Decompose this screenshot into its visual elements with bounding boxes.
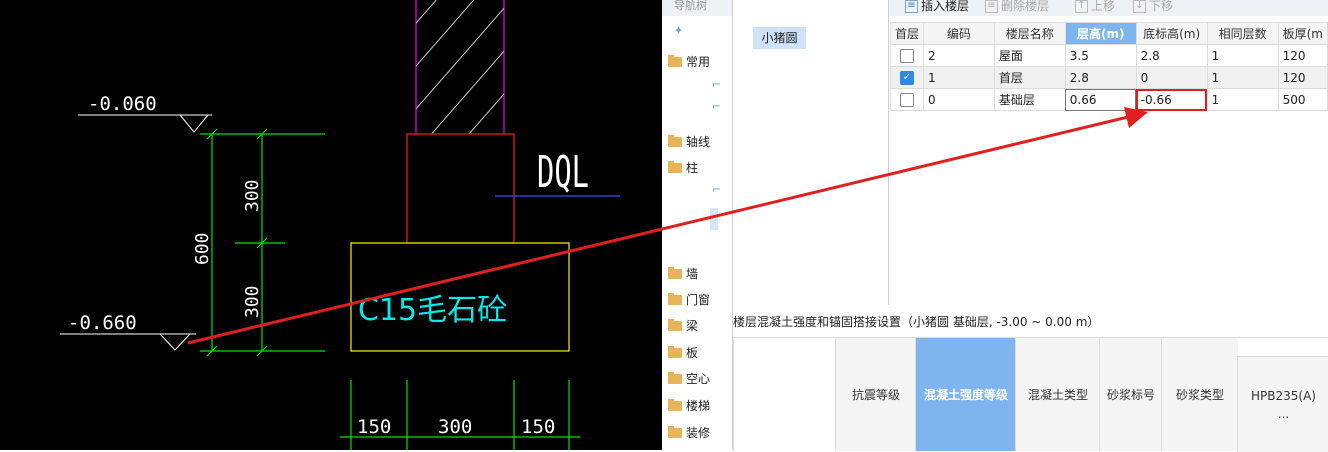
slab-cell[interactable]: 500 [1277,88,1328,111]
same-cell[interactable]: 1 [1206,66,1279,89]
code-cell[interactable]: 1 [923,66,995,89]
pier-outline [406,133,515,244]
col-base-elevation[interactable]: 底标高(m) [1135,22,1208,45]
col-concrete-type[interactable]: 混凝土类型 [1015,338,1100,451]
nav-item-beam[interactable]: 梁 [668,316,698,336]
settings-blank-cell [733,338,836,451]
folder-icon [668,371,682,384]
col-mortar-grade[interactable]: 砂浆标号 [1099,338,1162,451]
nav-item-common[interactable]: 常用 [668,52,710,72]
insert-floor-button[interactable]: ≡ 插入楼层 [905,0,969,14]
height-cell[interactable]: 2.8 [1064,66,1137,89]
col-slab-thickness[interactable]: 板厚(m [1277,22,1328,45]
first-floor-checkbox-checked[interactable]: ✓ [900,70,914,85]
slab-cell[interactable]: 120 [1277,66,1328,89]
name-cell[interactable]: 基础层 [993,88,1066,111]
sub-item-icon[interactable]: ⌐ [712,100,721,113]
nav-item-column[interactable]: 柱 [668,158,698,178]
dim-bottom-right: 150 [521,416,555,438]
nav-item-decoration[interactable]: 装修 [668,423,710,443]
first-floor-checkbox[interactable] [900,92,914,107]
move-down-button[interactable]: ↓ 下移 [1133,0,1173,14]
base-cell-highlighted[interactable]: -0.66 [1135,88,1208,111]
table-header-row: 首层 编码 楼层名称 层高(m) 底标高(m) 相同层数 板厚(m [889,22,1328,45]
height-cell[interactable]: 3.5 [1064,44,1137,67]
wall-label: DQL [537,147,589,198]
folder-icon [668,266,682,279]
col-same-floors[interactable]: 相同层数 [1206,22,1279,45]
move-up-button[interactable]: ↑ 上移 [1075,0,1115,14]
dim-upper: 300 [242,179,263,212]
nav-item-wall[interactable]: 墙 [668,264,698,284]
folder-icon [668,134,682,147]
same-cell[interactable]: 1 [1206,44,1279,67]
arrow-up-icon: ↑ [1075,0,1088,13]
floor-table-container: 首层 编码 楼层名称 层高(m) 底标高(m) 相同层数 板厚(m 2 屋面 3… [889,22,1328,305]
base-cell[interactable]: 0 [1135,66,1208,89]
folder-icon [668,160,682,173]
nav-item-stairs[interactable]: 楼梯 [668,396,710,416]
dim-bottom-left: 150 [357,416,391,438]
code-cell[interactable]: 2 [923,44,995,67]
arrow-down-icon: ↓ [1133,0,1146,13]
selected-sub-item[interactable] [710,208,718,230]
folder-icon [668,398,682,411]
floor-table: 首层 编码 楼层名称 层高(m) 底标高(m) 相同层数 板厚(m 2 屋面 3… [889,22,1328,111]
code-cell[interactable]: 0 [923,88,995,111]
col-concrete-strength[interactable]: 混凝土强度等级 [915,338,1016,451]
cad-drawing-canvas[interactable]: DQL C15毛石砼 -0.060 -0.660 600 300 300 150… [0,0,662,450]
table-row[interactable]: ✓ 1 首层 2.8 0 1 120 [889,66,1328,89]
nav-tree-header: 导航树 [662,0,732,16]
sub-item-icon[interactable]: ⌐ [712,78,721,91]
col-hpb235[interactable]: HPB235(A) ... [1237,356,1328,452]
col-seismic-grade[interactable]: 抗震等级 [835,338,916,451]
delete-floor-button[interactable]: ≡ 删除楼层 [985,0,1049,14]
name-cell[interactable]: 屋面 [993,44,1066,67]
settings-table: 抗震等级 混凝土强度等级 混凝土类型 砂浆标号 砂浆类型 HPB235(A) .… [733,337,1328,452]
folder-icon [668,425,682,438]
base-cell[interactable]: 2.8 [1135,44,1208,67]
nav-tree-panel: 导航树 ✦ 常用 ⌐ ⌐ 轴线 柱 ⌐ 墙 门窗 梁 板 空心 楼梯 装修 [662,0,733,450]
nav-item-slab[interactable]: 板 [668,343,698,363]
elevation-bottom-label: -0.660 [68,312,137,334]
material-label: C15毛石砼 [358,293,507,328]
col-code[interactable]: 编码 [923,22,995,45]
horizontal-dimensions [340,380,580,450]
first-floor-cell[interactable] [889,44,925,67]
col-first-floor[interactable]: 首层 [889,22,925,45]
dim-bottom-mid: 300 [438,416,472,438]
first-floor-cell[interactable] [889,88,925,111]
folder-icon [668,345,682,358]
insert-floor-icon: ≡ [905,0,918,13]
nav-item-door-window[interactable]: 门窗 [668,290,710,310]
settings-title: 楼层混凝土强度和锚固搭接设置（小猪圆 基础层, -3.00 ~ 0.00 m） [733,315,1100,329]
table-row[interactable]: 2 屋面 3.5 2.8 1 120 [889,44,1328,67]
elevation-marker-bottom [60,333,196,351]
elevation-top-label: -0.060 [88,93,157,115]
same-cell[interactable]: 1 [1206,88,1279,111]
col-floor-height[interactable]: 层高(m) [1064,22,1137,45]
sparkle-icon[interactable]: ✦ [674,24,683,37]
project-item[interactable]: 小猪圆 [753,27,806,49]
folder-icon [668,292,682,305]
table-row[interactable]: 0 基础层 0.66 -0.66 1 500 [889,88,1328,111]
dim-lower: 300 [242,285,263,318]
sub-item-icon[interactable]: ⌐ [712,183,721,196]
col-floor-name[interactable]: 楼层名称 [993,22,1066,45]
elevation-marker-top [78,114,212,133]
nav-item-axis[interactable]: 轴线 [668,132,710,152]
folder-icon [668,54,682,67]
height-cell-editing[interactable]: 0.66 [1064,88,1137,111]
folder-icon [668,318,682,331]
delete-floor-icon: ≡ [985,0,998,13]
first-floor-cell[interactable]: ✓ [889,66,925,89]
first-floor-checkbox[interactable] [900,48,914,63]
slab-cell[interactable]: 120 [1277,44,1328,67]
nav-item-hollow[interactable]: 空心 [668,369,710,389]
col-mortar-type[interactable]: 砂浆类型 [1161,338,1238,451]
dim-total: 600 [192,232,213,265]
vertical-dimensions [200,128,325,357]
name-cell[interactable]: 首层 [993,66,1066,89]
